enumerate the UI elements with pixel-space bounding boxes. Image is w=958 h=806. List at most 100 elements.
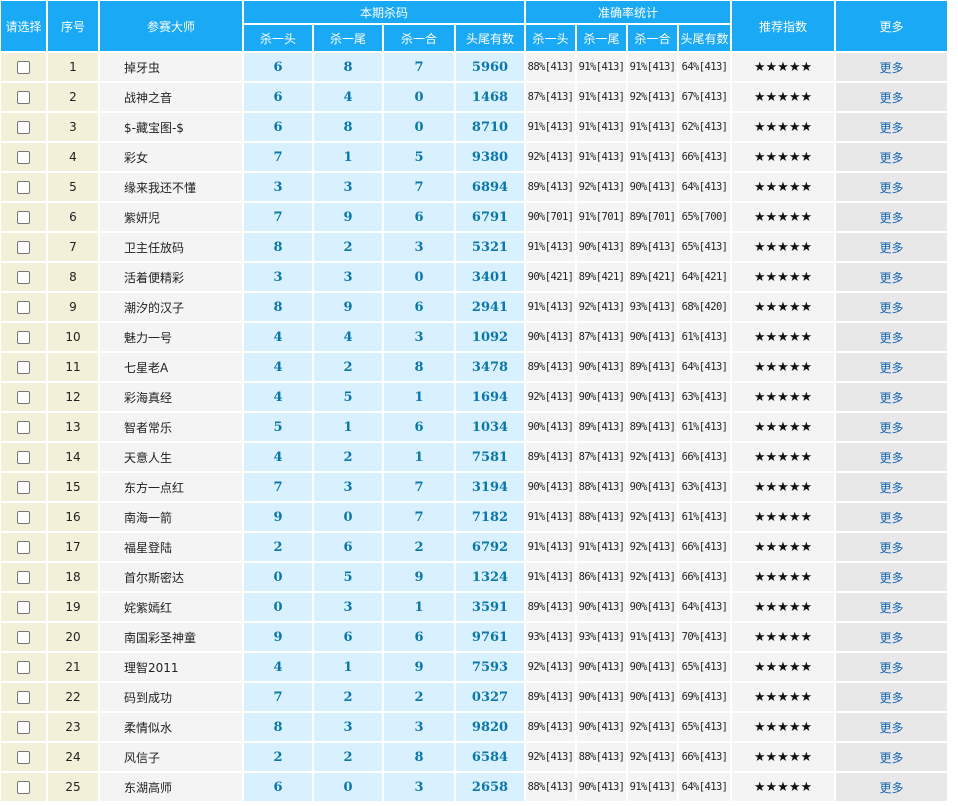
more-link[interactable]: 更多 [836, 173, 947, 201]
row-checkbox[interactable] [17, 181, 30, 194]
row-checkbox[interactable] [17, 61, 30, 74]
kill-head-value: 9 [244, 623, 312, 651]
more-link[interactable]: 更多 [836, 653, 947, 681]
more-link[interactable]: 更多 [836, 503, 947, 531]
head-tail-value: 5960 [456, 53, 524, 81]
select-cell [1, 263, 46, 291]
more-link[interactable]: 更多 [836, 773, 947, 801]
more-link[interactable]: 更多 [836, 113, 947, 141]
select-cell [1, 773, 46, 801]
acc-head-tail-value: 64%[421] [679, 263, 730, 291]
row-number: 10 [48, 323, 98, 351]
more-link[interactable]: 更多 [836, 83, 947, 111]
row-checkbox[interactable] [17, 421, 30, 434]
row-checkbox[interactable] [17, 211, 30, 224]
acc-sum-value: 89%[421] [628, 263, 677, 291]
more-link[interactable]: 更多 [836, 743, 947, 771]
head-tail-value: 5321 [456, 233, 524, 261]
star-icon: ★ [777, 569, 789, 585]
acc-sum-value: 92%[413] [628, 503, 677, 531]
more-link[interactable]: 更多 [836, 533, 947, 561]
kill-tail-value: 5 [314, 563, 382, 591]
row-checkbox[interactable] [17, 691, 30, 704]
row-number: 1 [48, 53, 98, 81]
star-icon: ★ [777, 179, 789, 195]
row-checkbox[interactable] [17, 331, 30, 344]
head-tail-value: 6584 [456, 743, 524, 771]
row-number: 19 [48, 593, 98, 621]
more-link[interactable]: 更多 [836, 203, 947, 231]
acc-tail-value: 88%[413] [577, 743, 626, 771]
more-link[interactable]: 更多 [836, 473, 947, 501]
row-number: 23 [48, 713, 98, 741]
row-checkbox[interactable] [17, 91, 30, 104]
more-link[interactable]: 更多 [836, 353, 947, 381]
star-icon: ★ [777, 599, 789, 615]
row-number: 6 [48, 203, 98, 231]
row-checkbox[interactable] [17, 571, 30, 584]
more-link[interactable]: 更多 [836, 323, 947, 351]
star-icon: ★ [765, 59, 778, 75]
row-checkbox[interactable] [17, 301, 30, 314]
more-link[interactable]: 更多 [836, 443, 947, 471]
row-checkbox[interactable] [17, 271, 30, 284]
acc-tail-value: 91%[413] [577, 83, 626, 111]
more-link[interactable]: 更多 [836, 263, 947, 291]
star-icon: ★ [777, 89, 789, 105]
more-link[interactable]: 更多 [836, 593, 947, 621]
more-link[interactable]: 更多 [836, 623, 947, 651]
kill-tail-value: 3 [314, 713, 382, 741]
row-checkbox[interactable] [17, 361, 30, 374]
star-icon: ★ [800, 269, 813, 285]
kill-head-value: 6 [244, 83, 312, 111]
acc-head-tail-value: 66%[413] [679, 443, 730, 471]
more-link[interactable]: 更多 [836, 143, 947, 171]
star-icon: ★ [753, 299, 766, 315]
kill-head-value: 7 [244, 203, 312, 231]
acc-head-value: 89%[413] [526, 173, 575, 201]
acc-head-tail-value: 61%[413] [679, 413, 730, 441]
more-link[interactable]: 更多 [836, 383, 947, 411]
acc-head-value: 90%[413] [526, 323, 575, 351]
row-checkbox[interactable] [17, 721, 30, 734]
head-tail-value: 2658 [456, 773, 524, 801]
kill-tail-value: 6 [314, 623, 382, 651]
row-checkbox[interactable] [17, 121, 30, 134]
row-checkbox[interactable] [17, 391, 30, 404]
row-checkbox[interactable] [17, 541, 30, 554]
acc-head-value: 93%[413] [526, 623, 575, 651]
acc-head-tail-value: 66%[413] [679, 533, 730, 561]
select-cell [1, 143, 46, 171]
star-icon: ★ [765, 359, 778, 375]
more-link[interactable]: 更多 [836, 713, 947, 741]
more-link[interactable]: 更多 [836, 53, 947, 81]
acc-head-value: 89%[413] [526, 593, 575, 621]
star-icon: ★ [788, 779, 801, 795]
row-checkbox[interactable] [17, 751, 30, 764]
more-link[interactable]: 更多 [836, 563, 947, 591]
select-cell [1, 113, 46, 141]
acc-head-tail-value: 66%[413] [679, 563, 730, 591]
rating-stars: ★★★★★ [732, 623, 834, 651]
star-icon: ★ [753, 59, 766, 75]
rating-stars: ★★★★★ [732, 203, 834, 231]
row-checkbox[interactable] [17, 601, 30, 614]
head-tail-value: 1468 [456, 83, 524, 111]
acc-head-value: 89%[413] [526, 683, 575, 711]
row-checkbox[interactable] [17, 661, 30, 674]
row-checkbox[interactable] [17, 241, 30, 254]
more-link[interactable]: 更多 [836, 233, 947, 261]
more-link[interactable]: 更多 [836, 293, 947, 321]
more-link[interactable]: 更多 [836, 683, 947, 711]
row-checkbox[interactable] [17, 481, 30, 494]
kill-sum-value: 3 [384, 323, 454, 351]
row-checkbox[interactable] [17, 781, 30, 794]
more-link[interactable]: 更多 [836, 413, 947, 441]
row-checkbox[interactable] [17, 511, 30, 524]
row-checkbox[interactable] [17, 631, 30, 644]
star-icon: ★ [753, 389, 766, 405]
kill-head-value: 0 [244, 593, 312, 621]
row-checkbox[interactable] [17, 451, 30, 464]
row-checkbox[interactable] [17, 151, 30, 164]
masters-table: 请选择 序号 参赛大师 本期杀码 准确率统计 推荐指数 更多 杀一头 杀一尾 杀… [0, 0, 949, 803]
